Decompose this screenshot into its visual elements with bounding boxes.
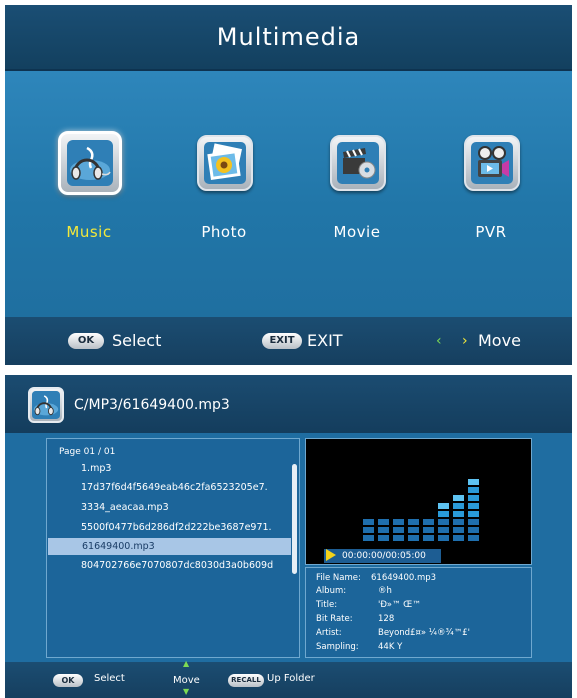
equalizer-segment	[408, 519, 419, 525]
pvr-camera-icon	[464, 135, 520, 191]
recall-key-badge: RECALL	[228, 674, 264, 687]
menu-item-music[interactable]: Music	[34, 131, 144, 245]
exit-key-badge: EXIT	[262, 333, 302, 349]
equalizer-segment	[438, 503, 449, 509]
move-down-arrow-icon: ▼	[183, 687, 190, 696]
file-list-scrollbar[interactable]	[292, 464, 297, 654]
equalizer-segment	[393, 519, 404, 525]
equalizer-segment	[423, 535, 434, 541]
equalizer-segment	[468, 487, 479, 493]
equalizer-segment	[363, 519, 374, 525]
menu-items-area: Music Photo Movie PVR	[5, 71, 572, 317]
file-list-item[interactable]: 17d37f6d4f5649eab46c2fa6523205e7.	[47, 479, 292, 496]
equalizer-segment	[453, 519, 464, 525]
equalizer-segment	[423, 519, 434, 525]
audio-preview-panel: 00:00:00/00:05:00	[305, 438, 532, 565]
equalizer-segment	[393, 527, 404, 533]
equalizer-segment	[438, 535, 449, 541]
move-up-arrow-icon: ▲	[183, 659, 190, 668]
move-label: Move	[478, 331, 521, 350]
equalizer-segment	[423, 527, 434, 533]
menu-item-movie-label: Movie	[333, 223, 381, 241]
music-browser-screen: C/MP3/61649400.mp3 Page 01 / 01 1.mp3 17…	[5, 375, 572, 698]
menu-item-photo-label: Photo	[201, 223, 247, 241]
equalizer-segment	[438, 527, 449, 533]
menu-item-photo[interactable]: Photo	[169, 135, 279, 245]
equalizer-segment	[468, 535, 479, 541]
info-bit-rate: Bit Rate: 128	[316, 614, 395, 624]
music-headphones-icon	[58, 131, 122, 195]
equalizer-segment	[453, 535, 464, 541]
equalizer-segment	[438, 511, 449, 517]
equalizer-segment	[468, 503, 479, 509]
ok-key-badge: OK	[68, 333, 104, 349]
file-list-item[interactable]: 804702766e7070807dc8030d3a0b609d	[47, 557, 292, 574]
equalizer-segment	[468, 511, 479, 517]
move-right-arrow-icon: ›	[462, 333, 468, 349]
move-left-arrow-icon: ‹	[436, 333, 442, 349]
exit-label: EXIT	[307, 331, 343, 350]
file-list-item-selected[interactable]: 61649400.mp3	[48, 538, 291, 555]
file-info-panel: File Name: 61649400.mp3 Album: ®h Title: 'Ð…	[305, 567, 532, 658]
movie-clapper-icon	[330, 135, 386, 191]
file-list-item[interactable]: 3334_aeacaa.mp3	[47, 499, 292, 516]
menu-footer: OK Select EXIT EXIT ‹ › Move	[5, 317, 572, 365]
info-file-name: File Name: 61649400.mp3	[316, 573, 437, 583]
equalizer-segment	[468, 479, 479, 485]
equalizer-segment	[468, 495, 479, 501]
menu-item-music-label: Music	[66, 223, 112, 241]
info-title: Title: 'Ð»™ Œ™	[316, 600, 421, 610]
info-sampling: Sampling: 44K Y	[316, 642, 403, 652]
file-list-panel: Page 01 / 01 1.mp3 17d37f6d4f5649eab46c2…	[46, 438, 300, 658]
multimedia-menu-screen: Multimedia Music Photo Movie PVR OK Sele…	[5, 5, 572, 365]
current-path: C/MP3/61649400.mp3	[74, 397, 230, 413]
equalizer-segment	[363, 535, 374, 541]
equalizer-segment	[453, 495, 464, 501]
equalizer-segment	[453, 511, 464, 517]
menu-title: Multimedia	[216, 23, 361, 51]
info-album: Album: ®h	[316, 586, 392, 596]
ok-select-label: Select	[112, 331, 162, 350]
photo-sunflower-icon	[197, 135, 253, 191]
equalizer-segment	[468, 519, 479, 525]
ok-select-label: Select	[94, 673, 125, 684]
equalizer-segment	[378, 535, 389, 541]
file-list-item[interactable]: 5500f0477b6d286df2d222be3687e971.	[47, 519, 292, 536]
ok-key-badge: OK	[53, 674, 83, 687]
equalizer-segment	[408, 535, 419, 541]
equalizer-segment	[378, 527, 389, 533]
equalizer-segment	[408, 527, 419, 533]
equalizer-segment	[363, 527, 374, 533]
playback-time: 00:00:00/00:05:00	[324, 549, 441, 563]
equalizer-segment	[453, 527, 464, 533]
move-label: Move	[173, 675, 200, 686]
equalizer-segment	[468, 527, 479, 533]
music-headphones-icon	[28, 387, 64, 423]
equalizer-segment	[378, 519, 389, 525]
info-artist: Artist: Beyond£¤» ¼®¾™£'	[316, 628, 471, 638]
menu-item-pvr-label: PVR	[475, 223, 507, 241]
equalizer-segment	[453, 503, 464, 509]
menu-item-pvr[interactable]: PVR	[436, 135, 546, 245]
equalizer-segment	[393, 535, 404, 541]
browser-footer: OK Select ▲ Move ▼ RECALL Up Folder	[5, 659, 572, 698]
browser-header: C/MP3/61649400.mp3	[5, 375, 572, 433]
play-icon	[326, 549, 336, 561]
page-indicator: Page 01 / 01	[59, 447, 116, 457]
menu-header: Multimedia	[5, 5, 572, 71]
file-list-item[interactable]: 1.mp3	[47, 460, 292, 477]
scrollbar-thumb[interactable]	[292, 464, 297, 574]
menu-item-movie[interactable]: Movie	[302, 135, 412, 245]
equalizer-segment	[438, 519, 449, 525]
up-folder-label: Up Folder	[267, 673, 315, 684]
